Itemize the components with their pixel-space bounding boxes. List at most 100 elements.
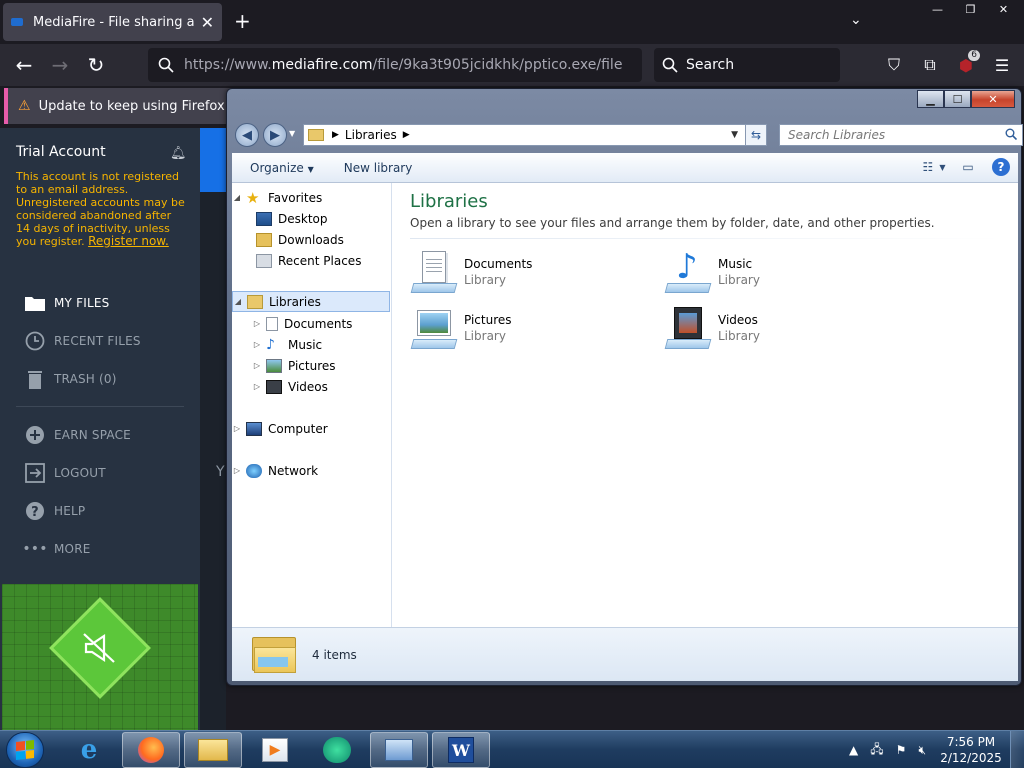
tree-favorites[interactable]: ◢ ★ Favorites — [232, 187, 390, 208]
documents-icon — [266, 316, 278, 331]
pocket-icon[interactable]: ⛉ — [876, 48, 912, 82]
url-bar[interactable]: https://www. mediafire.com/file/9ka3t905j… — [148, 48, 642, 82]
library-documents[interactable]: Documents Library — [410, 249, 640, 299]
tree-network[interactable]: ▷ Network — [232, 460, 390, 481]
tree-label: Videos — [288, 379, 328, 394]
taskbar-internet-explorer[interactable]: e — [60, 732, 118, 768]
tab-close-icon[interactable]: ✕ — [201, 13, 214, 32]
show-hidden-icons-icon[interactable]: ▲ — [849, 743, 858, 757]
nav-label: EARN SPACE — [54, 428, 131, 442]
expand-icon[interactable]: ◢ — [233, 297, 243, 306]
tree-documents[interactable]: ▷ Documents — [232, 313, 390, 334]
nav-earn-space[interactable]: EARN SPACE — [24, 424, 131, 446]
expand-icon[interactable]: ▷ — [252, 382, 262, 391]
register-link[interactable]: Register now. — [88, 234, 169, 248]
close-window-icon[interactable]: ✕ — [987, 0, 1020, 18]
nav-label: RECENT FILES — [54, 334, 141, 348]
toolbar-right: ⛉ ⧉ ⬢ 6 ☰ — [876, 48, 1020, 82]
breadcrumb-arrow-icon[interactable]: ▶ — [403, 130, 410, 140]
menu-hamburger-icon[interactable]: ☰ — [984, 48, 1020, 82]
list-all-tabs-icon[interactable]: ⌄ — [850, 12, 862, 28]
update-notification-bar: ⚠ Update to keep using Firefox after — [4, 88, 234, 124]
breadcrumb-arrow-icon[interactable]: ▶ — [332, 130, 339, 140]
nav-label: HELP — [54, 504, 86, 518]
taskbar-media-player[interactable]: ▶ — [246, 732, 304, 768]
nav-logout[interactable]: LOGOUT — [24, 462, 106, 484]
forward-icon[interactable]: ▶ — [263, 123, 287, 147]
back-arrow-icon[interactable]: ← — [6, 47, 42, 83]
new-tab-button[interactable]: + — [234, 10, 251, 32]
taskbar-control-panel[interactable] — [370, 732, 428, 768]
tree-music[interactable]: ▷ ♪ Music — [232, 334, 390, 355]
forward-arrow-icon[interactable]: → — [42, 47, 78, 83]
taskbar-word[interactable]: W — [432, 732, 490, 768]
maximize-icon[interactable]: ☐ — [944, 90, 971, 108]
reload-icon[interactable]: ↻ — [78, 47, 114, 83]
minimize-icon[interactable]: — — [921, 0, 954, 18]
nav-my-files[interactable]: MY FILES — [24, 292, 109, 314]
show-desktop-button[interactable] — [1010, 731, 1024, 768]
taskbar-chat-app[interactable] — [308, 732, 366, 768]
browser-search-field[interactable]: Search — [654, 48, 840, 82]
videos-library-icon — [664, 305, 712, 353]
folder-icon — [198, 739, 228, 761]
word-icon: W — [448, 737, 474, 763]
tree-desktop[interactable]: Desktop — [232, 208, 390, 229]
refresh-icon[interactable]: ⇆ — [745, 124, 767, 146]
start-button[interactable] — [6, 732, 44, 768]
tree-pictures[interactable]: ▷ Pictures — [232, 355, 390, 376]
ublock-icon[interactable]: ⬢ 6 — [948, 48, 984, 82]
nav-more[interactable]: ••• MORE — [22, 538, 91, 560]
preview-pane-icon[interactable]: ▭ — [958, 158, 978, 176]
library-pictures[interactable]: Pictures Library — [410, 305, 640, 355]
network-tray-icon[interactable]: 🖧︎ — [870, 740, 883, 761]
nav-trash[interactable]: TRASH (0) — [24, 368, 117, 390]
mediafire-main-area — [200, 192, 226, 730]
expand-icon[interactable]: ▷ — [232, 466, 242, 475]
tree-downloads[interactable]: Downloads — [232, 229, 390, 250]
minimize-icon[interactable]: ▁ — [917, 90, 944, 108]
action-center-flag-icon[interactable]: ⚑ — [896, 743, 907, 757]
browser-tab[interactable]: MediaFire - File sharing and sto ✕ — [3, 3, 222, 41]
toolbar-right: ☷ ▼ ▭ ? — [923, 158, 1010, 176]
organize-button[interactable]: Organize ▼ — [250, 161, 314, 175]
expand-icon[interactable]: ▷ — [252, 340, 262, 349]
restore-icon[interactable]: ❐ — [954, 0, 987, 18]
back-icon[interactable]: ◀ — [235, 123, 259, 147]
taskbar-explorer[interactable] — [184, 732, 242, 768]
new-library-button[interactable]: New library — [344, 161, 413, 175]
library-videos[interactable]: Videos Library — [664, 305, 894, 355]
volume-muted-icon[interactable]: 🔇︎ — [918, 743, 926, 758]
explorer-search-field[interactable]: Search Libraries — [779, 124, 1023, 146]
expand-icon[interactable]: ▷ — [252, 319, 262, 328]
extensions-icon[interactable]: ⧉ — [912, 48, 948, 82]
tree-computer[interactable]: ▷ Computer — [232, 418, 390, 439]
taskbar-firefox[interactable] — [122, 732, 180, 768]
library-music[interactable]: ♪ Music Library — [664, 249, 894, 299]
clock[interactable]: 7:56 PM 2/12/2025 — [932, 734, 1010, 766]
bell-icon[interactable]: 🔔︎ — [170, 146, 187, 161]
address-bar[interactable]: ▶ Libraries ▶ ▼ — [303, 124, 767, 146]
breadcrumb[interactable]: Libraries — [345, 128, 397, 142]
tree-recent-places[interactable]: Recent Places — [232, 250, 390, 271]
expand-icon[interactable]: ▷ — [232, 424, 242, 433]
expand-icon[interactable]: ▷ — [252, 361, 262, 370]
library-name: Pictures — [464, 313, 512, 327]
nav-help[interactable]: ? HELP — [24, 500, 85, 522]
nav-label: TRASH (0) — [54, 372, 117, 386]
help-icon[interactable]: ? — [992, 158, 1010, 176]
close-icon[interactable]: ✕ — [971, 90, 1015, 108]
library-type: Library — [464, 273, 506, 287]
svg-text:?: ? — [31, 505, 39, 520]
tree-videos[interactable]: ▷ Videos — [232, 376, 390, 397]
search-icon — [1005, 128, 1018, 143]
change-view-icon[interactable]: ☷ ▼ — [923, 158, 946, 176]
tree-libraries[interactable]: ◢ Libraries — [232, 291, 390, 312]
expand-icon[interactable]: ◢ — [232, 193, 242, 202]
address-dropdown-icon[interactable]: ▼ — [731, 130, 738, 140]
ad-banner[interactable] — [2, 584, 198, 730]
explorer-toolbar: Organize ▼ New library ☷ ▼ ▭ ? — [232, 153, 1018, 183]
recent-pages-icon[interactable]: ▼ — [289, 129, 295, 138]
pictures-library-icon — [410, 305, 458, 353]
nav-recent-files[interactable]: RECENT FILES — [24, 330, 141, 352]
